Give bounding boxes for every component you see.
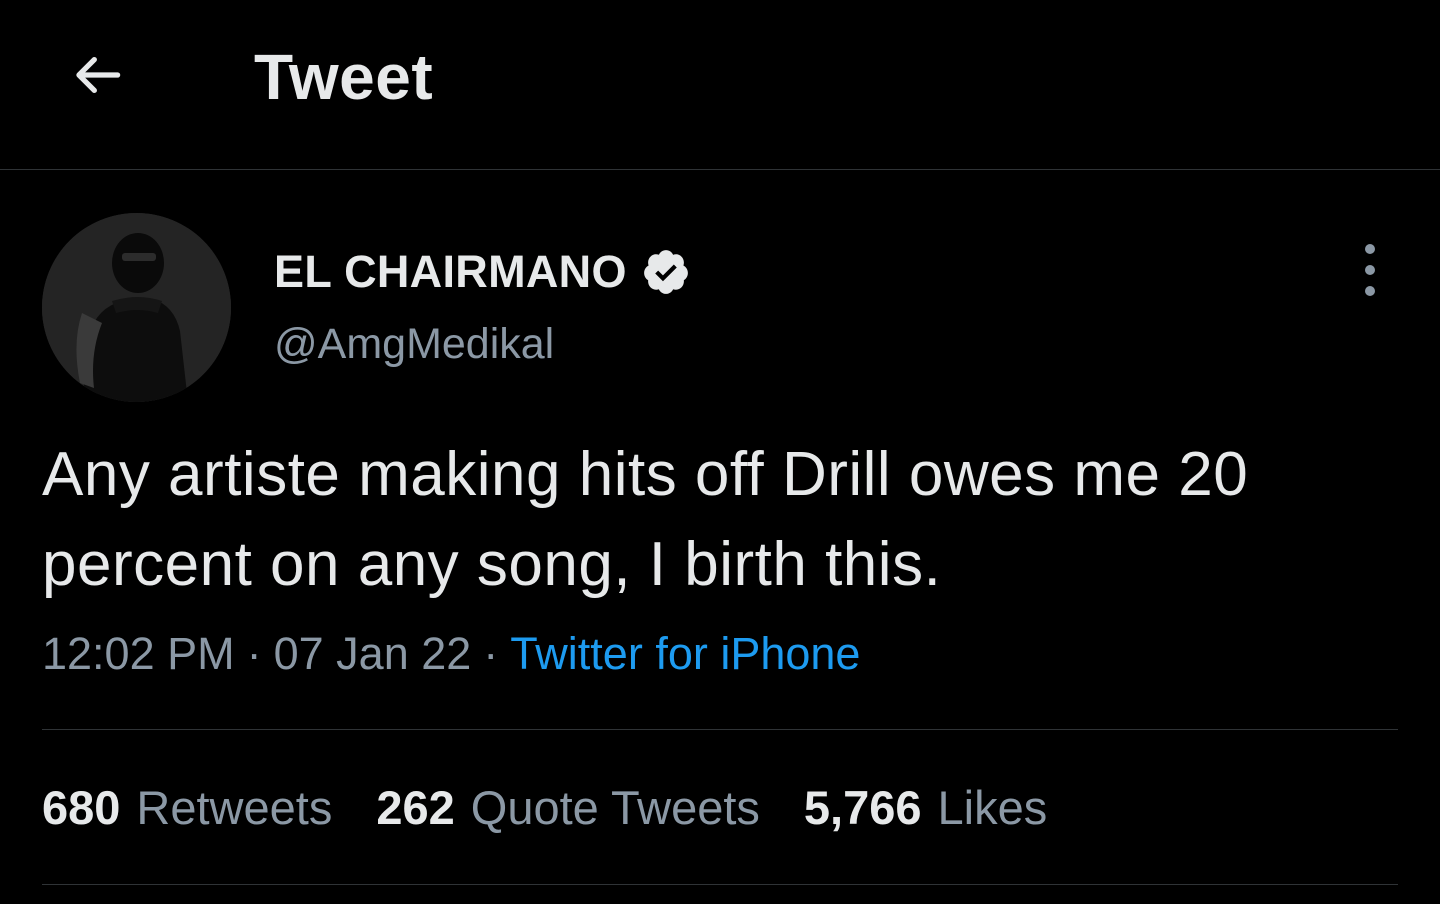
tweet-stats: 680 Retweets 262 Quote Tweets 5,766 Likes bbox=[42, 780, 1091, 835]
author-handle[interactable]: @AmgMedikal bbox=[274, 320, 554, 369]
stat-count: 5,766 bbox=[803, 781, 922, 834]
more-options-button[interactable] bbox=[1348, 244, 1392, 296]
tweet-date[interactable]: 07 Jan 22 bbox=[274, 628, 472, 679]
arrow-left-icon bbox=[66, 44, 128, 111]
stat-count: 680 bbox=[42, 781, 121, 834]
more-vertical-icon-dot-2 bbox=[1365, 265, 1375, 275]
meta-separator: · bbox=[483, 628, 499, 679]
quote-tweets-stat[interactable]: 262 Quote Tweets bbox=[376, 780, 760, 835]
tweet-source-link[interactable]: Twitter for iPhone bbox=[510, 628, 860, 679]
top-bar: Tweet bbox=[0, 0, 1440, 170]
meta-separator: · bbox=[246, 628, 262, 679]
verified-badge-icon bbox=[641, 247, 691, 297]
stat-count: 262 bbox=[376, 781, 455, 834]
page-title: Tweet bbox=[254, 41, 434, 113]
tweet-time[interactable]: 12:02 PM bbox=[42, 628, 235, 679]
tweet-detail-screen: Tweet EL CHAIRMANO @AmgMedikal Any artis… bbox=[0, 0, 1440, 904]
tweet-text: Any artiste making hits off Drill owes m… bbox=[42, 440, 1249, 599]
tweet-meta: 12:02 PM · 07 Jan 22 · Twitter for iPhone bbox=[42, 628, 860, 680]
stat-label: Likes bbox=[937, 781, 1048, 834]
divider bbox=[42, 884, 1398, 885]
stat-label: Retweets bbox=[136, 781, 333, 834]
more-vertical-icon-dot-3 bbox=[1365, 286, 1375, 296]
back-button[interactable] bbox=[62, 42, 132, 112]
avatar[interactable] bbox=[42, 213, 231, 402]
divider bbox=[42, 729, 1398, 730]
more-vertical-icon-dot-1 bbox=[1365, 244, 1375, 254]
display-name[interactable]: EL CHAIRMANO bbox=[274, 246, 627, 298]
author-name-row[interactable]: EL CHAIRMANO bbox=[274, 240, 691, 304]
stat-label: Quote Tweets bbox=[470, 781, 760, 834]
retweets-stat[interactable]: 680 Retweets bbox=[42, 780, 332, 835]
likes-stat[interactable]: 5,766 Likes bbox=[804, 780, 1047, 835]
